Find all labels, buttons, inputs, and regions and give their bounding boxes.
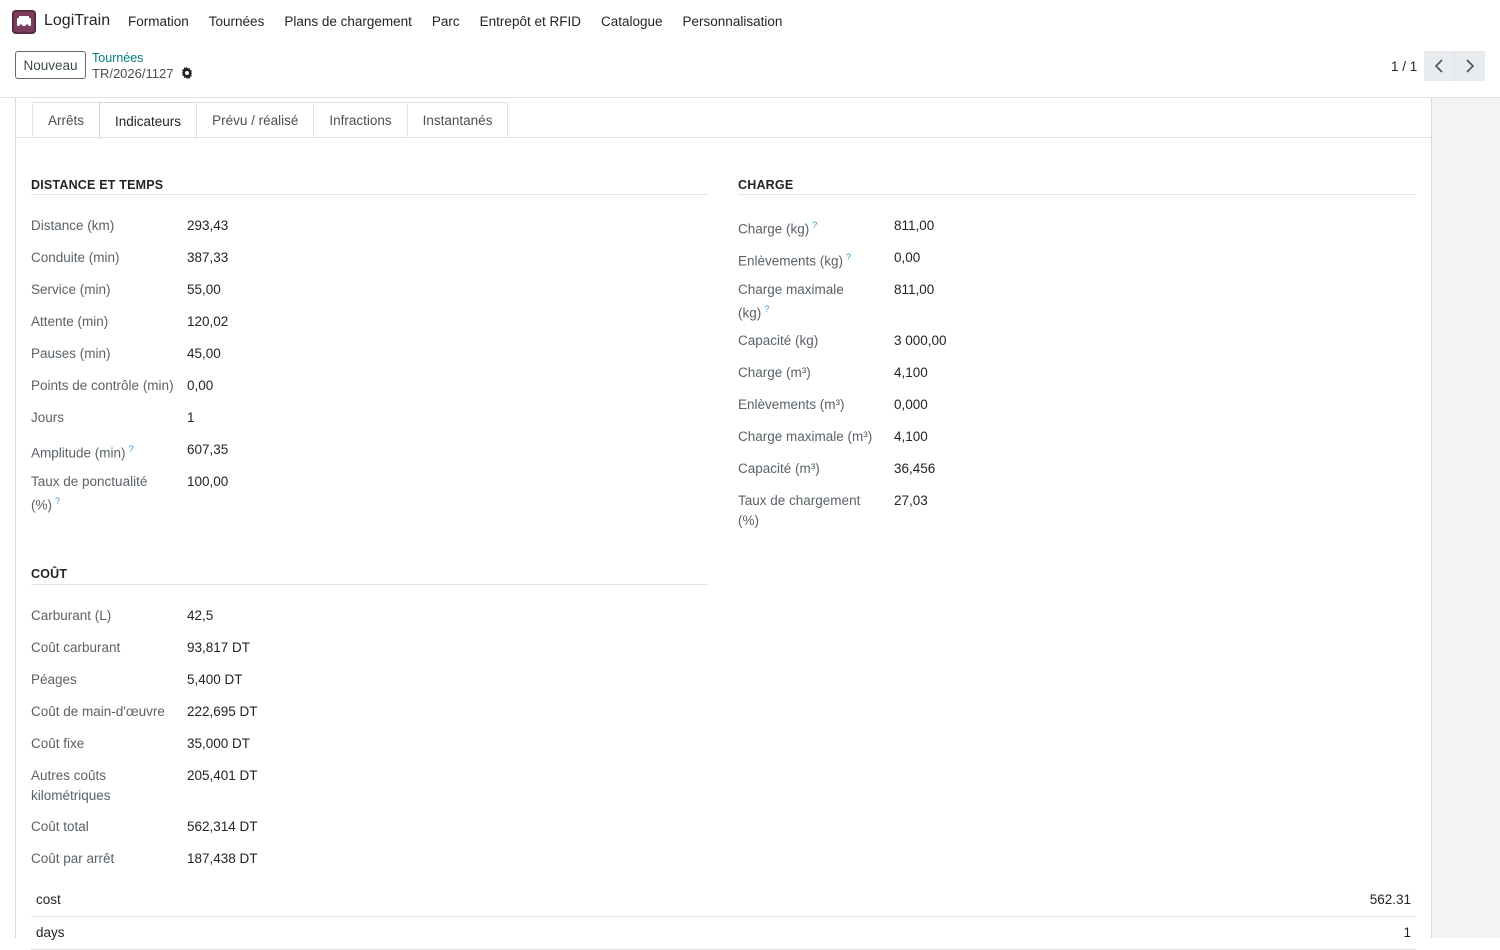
field-label: Service (min) (31, 282, 111, 297)
field-value: 35,000 DT (187, 736, 251, 751)
field-value: 562,314 DT (187, 819, 258, 834)
field-value: 205,401 DT (187, 768, 258, 783)
section-divider (31, 584, 708, 585)
menu-item-plans-de-chargement[interactable]: Plans de chargement (274, 14, 422, 29)
field-value: 3 000,00 (894, 333, 947, 348)
section-divider (738, 194, 1416, 195)
tab-prevu-realise[interactable]: Prévu / réalisé (196, 102, 315, 137)
field-label: Attente (min) (31, 314, 109, 329)
pager-value[interactable]: 1 / 1 (1391, 59, 1417, 74)
tab-instantanes[interactable]: Instantanés (406, 102, 509, 137)
field-label: Carburant (L) (31, 608, 112, 623)
tabs-divider (16, 137, 1431, 138)
pager-next-button[interactable] (1455, 51, 1485, 81)
field-value: 42,5 (187, 608, 214, 623)
tab-indicateurs[interactable]: Indicateurs (99, 102, 198, 139)
app-name[interactable]: LogiTrain (44, 12, 110, 30)
field-label: Enlèvements (m³) (738, 397, 845, 412)
field-label: Enlèvements (kg) (738, 253, 844, 269)
right-gutter (1430, 98, 1500, 938)
field-label: Charge (kg) (738, 221, 810, 237)
tab-infractions[interactable]: Infractions (313, 102, 408, 137)
menu-item-formation[interactable]: Formation (118, 14, 199, 29)
field-label: Amplitude (min) (31, 445, 126, 461)
field-value: 0,00 (894, 250, 921, 265)
top-navbar: LogiTrain Formation Tournées Plans de ch… (0, 0, 1500, 44)
field-label: Charge maximale (m³) (738, 429, 873, 444)
field-label: Capacité (kg) (738, 333, 819, 348)
field-label: Charge maximale (kg) (738, 282, 844, 320)
field-label: Coût total (31, 819, 89, 834)
field-value: 93,817 DT (187, 640, 251, 655)
field-value: 0,000 (894, 397, 928, 412)
field-label: Coût fixe (31, 736, 85, 751)
gear-icon[interactable] (181, 67, 193, 79)
field-value: 811,00 (894, 218, 935, 233)
field-value: 36,456 (894, 461, 936, 476)
help-icon[interactable]: ? (812, 220, 817, 230)
form-sheet: Arrêts Indicateurs Prévu / réalisé Infra… (15, 98, 1432, 950)
section-divider (31, 194, 708, 195)
field-label: Coût de main-d'œuvre (31, 704, 165, 719)
tab-arrets[interactable]: Arrêts (32, 102, 101, 137)
field-label: Points de contrôle (min) (31, 378, 174, 393)
table-row[interactable]: cost 562.31 (31, 884, 1416, 917)
help-icon[interactable]: ? (846, 252, 851, 262)
field-value: 55,00 (187, 282, 221, 297)
field-label: Coût carburant (31, 640, 121, 655)
menu-item-tournees[interactable]: Tournées (199, 14, 275, 29)
help-icon[interactable]: ? (129, 444, 134, 454)
field-label: Distance (km) (31, 218, 115, 233)
field-label: Pauses (min) (31, 346, 111, 361)
field-label: Taux de chargement (%) (738, 493, 861, 528)
field-value: 120,02 (187, 314, 229, 329)
field-value: 222,695 DT (187, 704, 258, 719)
row-key: cost (36, 892, 61, 907)
field-value: 293,43 (187, 218, 229, 233)
control-panel: Nouveau Tournées TR/2026/1127 1 / 1 (0, 44, 1500, 98)
field-label: Jours (31, 410, 65, 425)
field-label: Coût par arrêt (31, 851, 115, 866)
menu-item-personnalisation[interactable]: Personnalisation (673, 14, 793, 29)
breadcrumb-tournees[interactable]: Tournées (92, 51, 143, 65)
record-name: TR/2026/1127 (92, 66, 174, 81)
field-value: 5,400 DT (187, 672, 243, 687)
main-menu: Formation Tournées Plans de chargement P… (118, 14, 792, 29)
menu-item-entrepot-rfid[interactable]: Entrepôt et RFID (470, 14, 591, 29)
chevron-left-icon (1434, 59, 1443, 73)
field-value: 27,03 (894, 493, 928, 508)
field-value: 187,438 DT (187, 851, 258, 866)
field-value: 387,33 (187, 250, 229, 265)
table-row[interactable]: days 1 (31, 917, 1416, 950)
field-value: 0,00 (187, 378, 214, 393)
field-value: 811,00 (894, 282, 935, 297)
section-title-charge: CHARGE (738, 178, 794, 192)
app-logo-icon[interactable] (12, 10, 36, 34)
section-title-distance: DISTANCE ET TEMPS (31, 178, 164, 192)
field-label: Charge (m³) (738, 365, 811, 380)
section-title-cout: COÛT (31, 567, 68, 581)
field-label: Péages (31, 672, 77, 687)
help-icon[interactable]: ? (55, 496, 60, 506)
field-label: Autres coûts kilométriques (31, 768, 111, 803)
field-value: 1 (187, 410, 195, 425)
field-value: 4,100 (894, 365, 928, 380)
field-label: Capacité (m³) (738, 461, 820, 476)
field-value: 100,00 (187, 474, 229, 489)
field-label: Conduite (min) (31, 250, 120, 265)
field-value: 4,100 (894, 429, 928, 444)
menu-item-parc[interactable]: Parc (422, 14, 470, 29)
help-icon[interactable]: ? (764, 304, 769, 314)
field-value: 607,35 (187, 442, 229, 457)
field-label: Taux de ponctualité (%) (31, 474, 148, 512)
menu-item-catalogue[interactable]: Catalogue (591, 14, 673, 29)
chevron-right-icon (1466, 59, 1475, 73)
notebook-tabs: Arrêts Indicateurs Prévu / réalisé Infra… (32, 102, 509, 139)
new-button[interactable]: Nouveau (15, 51, 86, 79)
row-value: 562.31 (1369, 892, 1411, 907)
pager-previous-button[interactable] (1424, 51, 1455, 81)
field-value: 45,00 (187, 346, 221, 361)
